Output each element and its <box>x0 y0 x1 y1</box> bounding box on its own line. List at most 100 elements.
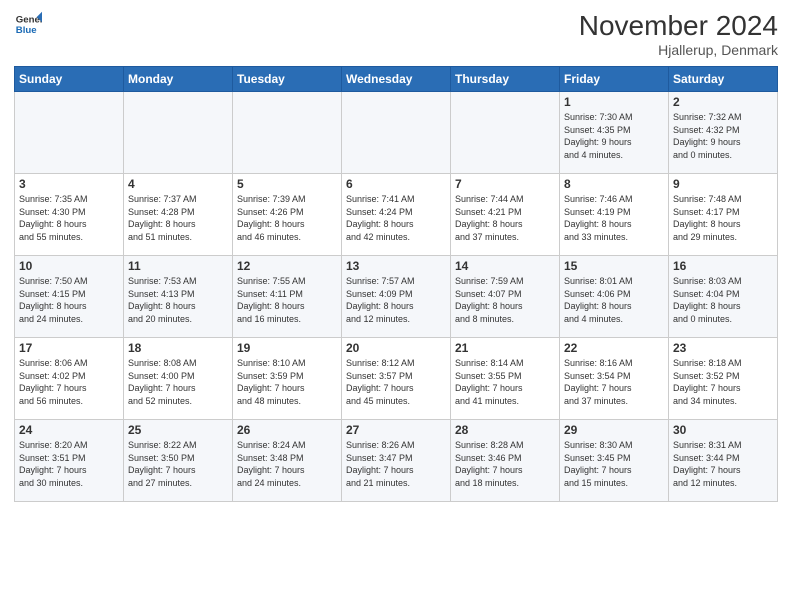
calendar-cell: 14Sunrise: 7:59 AM Sunset: 4:07 PM Dayli… <box>451 256 560 338</box>
day-number: 20 <box>346 341 446 355</box>
day-number: 29 <box>564 423 664 437</box>
calendar-cell: 13 Sunrise: 7:57 AM Sunset: 4:09 PM Dayli… <box>342 256 451 338</box>
day-info: Sunrise: 8:16 AM Sunset: 3:54 PM Dayligh… <box>564 357 664 407</box>
calendar-cell: 28Sunrise: 8:28 AM Sunset: 3:46 PM Dayli… <box>451 420 560 502</box>
title-block: November 2024 Hjallerup, Denmark <box>579 10 778 58</box>
day-number: 7 <box>455 177 555 191</box>
month-title: November 2024 <box>579 10 778 42</box>
day-info: Sunrise: 8:26 AM Sunset: 3:47 PM Dayligh… <box>346 439 446 489</box>
day-info: Sunrise: 8:08 AM Sunset: 4:00 PM Dayligh… <box>128 357 228 407</box>
day-number: 1 <box>564 95 664 109</box>
day-info: Sunrise: 8:10 AM Sunset: 3:59 PM Dayligh… <box>237 357 337 407</box>
calendar-cell: 10Sunrise: 7:50 AM Sunset: 4:15 PM Dayli… <box>15 256 124 338</box>
calendar-cell <box>451 92 560 174</box>
main-container: General Blue November 2024 Hjallerup, De… <box>0 0 792 508</box>
day-info: Sunrise: 8:24 AM Sunset: 3:48 PM Dayligh… <box>237 439 337 489</box>
day-info: Sunrise: 7:44 AM Sunset: 4:21 PM Dayligh… <box>455 193 555 243</box>
calendar-cell: 27 Sunrise: 8:26 AM Sunset: 3:47 PM Dayli… <box>342 420 451 502</box>
calendar-cell: 22 Sunrise: 8:16 AM Sunset: 3:54 PM Dayli… <box>560 338 669 420</box>
day-info: Sunrise: 7:57 AM Sunset: 4:09 PM Dayligh… <box>346 275 446 325</box>
day-info: Sunrise: 7:53 AM Sunset: 4:13 PM Dayligh… <box>128 275 228 325</box>
col-monday: Monday <box>124 67 233 92</box>
day-number: 12 <box>237 259 337 273</box>
day-number: 2 <box>673 95 773 109</box>
day-number: 13 <box>346 259 446 273</box>
day-info: Sunrise: 7:59 AM Sunset: 4:07 PM Dayligh… <box>455 275 555 325</box>
calendar-cell: 8Sunrise: 7:46 AM Sunset: 4:19 PM Daylig… <box>560 174 669 256</box>
day-number: 27 <box>346 423 446 437</box>
col-tuesday: Tuesday <box>233 67 342 92</box>
svg-text:Blue: Blue <box>16 25 37 36</box>
day-number: 6 <box>346 177 446 191</box>
calendar-cell <box>124 92 233 174</box>
day-info: Sunrise: 7:55 AM Sunset: 4:11 PM Dayligh… <box>237 275 337 325</box>
col-thursday: Thursday <box>451 67 560 92</box>
day-info: Sunrise: 8:06 AM Sunset: 4:02 PM Dayligh… <box>19 357 119 407</box>
day-info: Sunrise: 8:01 AM Sunset: 4:06 PM Dayligh… <box>564 275 664 325</box>
day-info: Sunrise: 8:30 AM Sunset: 3:45 PM Dayligh… <box>564 439 664 489</box>
calendar-cell: 25Sunrise: 8:22 AM Sunset: 3:50 PM Dayli… <box>124 420 233 502</box>
day-info: Sunrise: 7:41 AM Sunset: 4:24 PM Dayligh… <box>346 193 446 243</box>
day-number: 22 <box>564 341 664 355</box>
day-info: Sunrise: 7:39 AM Sunset: 4:26 PM Dayligh… <box>237 193 337 243</box>
day-info: Sunrise: 8:20 AM Sunset: 3:51 PM Dayligh… <box>19 439 119 489</box>
calendar-cell: 4Sunrise: 7:37 AM Sunset: 4:28 PM Daylig… <box>124 174 233 256</box>
calendar-week-5: 24Sunrise: 8:20 AM Sunset: 3:51 PM Dayli… <box>15 420 778 502</box>
day-number: 9 <box>673 177 773 191</box>
day-number: 15 <box>564 259 664 273</box>
day-number: 18 <box>128 341 228 355</box>
day-info: Sunrise: 7:48 AM Sunset: 4:17 PM Dayligh… <box>673 193 773 243</box>
calendar-week-3: 10Sunrise: 7:50 AM Sunset: 4:15 PM Dayli… <box>15 256 778 338</box>
day-number: 23 <box>673 341 773 355</box>
calendar-cell: 3 Sunrise: 7:35 AM Sunset: 4:30 PM Daylig… <box>15 174 124 256</box>
day-number: 21 <box>455 341 555 355</box>
calendar-week-1: 1 Sunrise: 7:30 AM Sunset: 4:35 PM Daylig… <box>15 92 778 174</box>
day-number: 19 <box>237 341 337 355</box>
calendar-body: 1 Sunrise: 7:30 AM Sunset: 4:35 PM Daylig… <box>15 92 778 502</box>
calendar-cell: 11 Sunrise: 7:53 AM Sunset: 4:13 PM Dayli… <box>124 256 233 338</box>
day-number: 30 <box>673 423 773 437</box>
calendar-cell: 23 Sunrise: 8:18 AM Sunset: 3:52 PM Dayli… <box>669 338 778 420</box>
col-saturday: Saturday <box>669 67 778 92</box>
calendar-cell <box>15 92 124 174</box>
calendar-cell: 9 Sunrise: 7:48 AM Sunset: 4:17 PM Daylig… <box>669 174 778 256</box>
calendar-week-2: 3 Sunrise: 7:35 AM Sunset: 4:30 PM Daylig… <box>15 174 778 256</box>
day-number: 26 <box>237 423 337 437</box>
header: General Blue November 2024 Hjallerup, De… <box>14 10 778 58</box>
day-info: Sunrise: 8:31 AM Sunset: 3:44 PM Dayligh… <box>673 439 773 489</box>
calendar-cell: 2Sunrise: 7:32 AM Sunset: 4:32 PM Daylig… <box>669 92 778 174</box>
calendar-cell: 19 Sunrise: 8:10 AM Sunset: 3:59 PM Dayli… <box>233 338 342 420</box>
day-info: Sunrise: 7:30 AM Sunset: 4:35 PM Dayligh… <box>564 111 664 161</box>
calendar-cell <box>233 92 342 174</box>
calendar-cell: 20 Sunrise: 8:12 AM Sunset: 3:57 PM Dayli… <box>342 338 451 420</box>
calendar-cell: 7 Sunrise: 7:44 AM Sunset: 4:21 PM Daylig… <box>451 174 560 256</box>
calendar-cell: 1 Sunrise: 7:30 AM Sunset: 4:35 PM Daylig… <box>560 92 669 174</box>
col-friday: Friday <box>560 67 669 92</box>
calendar-cell <box>342 92 451 174</box>
day-info: Sunrise: 8:28 AM Sunset: 3:46 PM Dayligh… <box>455 439 555 489</box>
day-number: 4 <box>128 177 228 191</box>
day-number: 10 <box>19 259 119 273</box>
location: Hjallerup, Denmark <box>579 42 778 58</box>
calendar-cell: 15 Sunrise: 8:01 AM Sunset: 4:06 PM Dayli… <box>560 256 669 338</box>
calendar-cell: 5Sunrise: 7:39 AM Sunset: 4:26 PM Daylig… <box>233 174 342 256</box>
day-number: 16 <box>673 259 773 273</box>
calendar-cell: 12 Sunrise: 7:55 AM Sunset: 4:11 PM Dayli… <box>233 256 342 338</box>
logo: General Blue <box>14 10 42 38</box>
logo-icon: General Blue <box>14 10 42 38</box>
calendar-cell: 30 Sunrise: 8:31 AM Sunset: 3:44 PM Dayli… <box>669 420 778 502</box>
calendar-cell: 6 Sunrise: 7:41 AM Sunset: 4:24 PM Daylig… <box>342 174 451 256</box>
day-info: Sunrise: 8:12 AM Sunset: 3:57 PM Dayligh… <box>346 357 446 407</box>
day-number: 11 <box>128 259 228 273</box>
calendar-cell: 24Sunrise: 8:20 AM Sunset: 3:51 PM Dayli… <box>15 420 124 502</box>
calendar-cell: 21Sunrise: 8:14 AM Sunset: 3:55 PM Dayli… <box>451 338 560 420</box>
day-number: 25 <box>128 423 228 437</box>
day-number: 3 <box>19 177 119 191</box>
calendar-cell: 18 Sunrise: 8:08 AM Sunset: 4:00 PM Dayli… <box>124 338 233 420</box>
day-number: 17 <box>19 341 119 355</box>
col-wednesday: Wednesday <box>342 67 451 92</box>
calendar-cell: 16Sunrise: 8:03 AM Sunset: 4:04 PM Dayli… <box>669 256 778 338</box>
day-info: Sunrise: 7:35 AM Sunset: 4:30 PM Dayligh… <box>19 193 119 243</box>
day-info: Sunrise: 8:18 AM Sunset: 3:52 PM Dayligh… <box>673 357 773 407</box>
col-sunday: Sunday <box>15 67 124 92</box>
